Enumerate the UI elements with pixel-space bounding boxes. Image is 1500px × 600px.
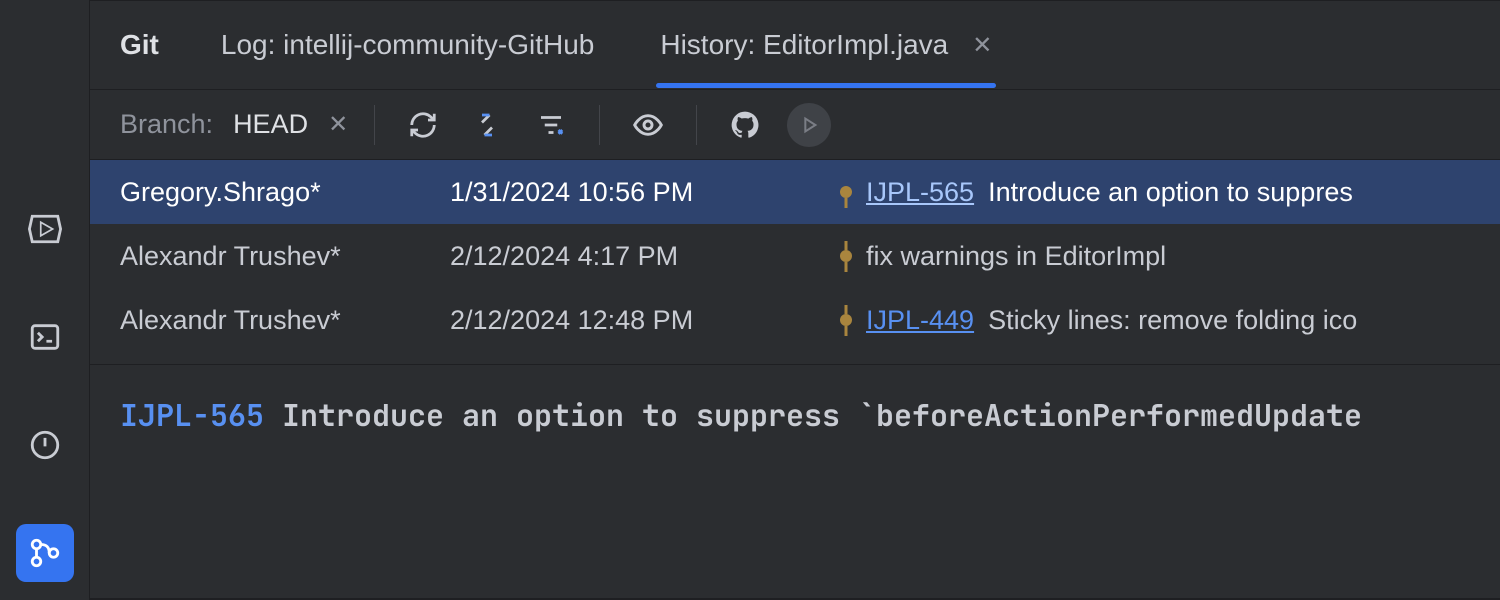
commit-author: Gregory.Shrago* xyxy=(120,177,450,208)
detail-message: Introduce an option to suppress `beforeA… xyxy=(282,395,1362,435)
commit-detail-panel: IJPL-565 Introduce an option to suppress… xyxy=(90,364,1500,600)
open-on-github-button[interactable] xyxy=(723,103,767,147)
commit-message: IJPL-565 Introduce an option to suppres xyxy=(840,177,1353,208)
branch-name[interactable]: HEAD xyxy=(233,109,308,140)
play-disabled-button xyxy=(787,103,831,147)
commit-message-text: Introduce an option to suppres xyxy=(988,177,1353,208)
tab-history-label: History: EditorImpl.java xyxy=(660,29,948,61)
commit-row[interactable]: Alexandr Trushev*2/12/2024 12:48 PMIJPL-… xyxy=(90,288,1500,352)
separator xyxy=(696,105,697,145)
commit-row[interactable]: Gregory.Shrago*1/31/2024 10:56 PMIJPL-56… xyxy=(90,160,1500,224)
left-tool-rail xyxy=(0,0,90,600)
commit-message-text: Sticky lines: remove folding ico xyxy=(988,305,1357,336)
separator xyxy=(599,105,600,145)
detail-ticket-link[interactable]: IJPL-565 xyxy=(120,395,264,435)
commit-date: 1/31/2024 10:56 PM xyxy=(450,177,840,208)
tool-window-tabs: Git Log: intellij-community-GitHub Histo… xyxy=(90,0,1500,90)
terminal-tool-window-icon[interactable] xyxy=(16,308,74,366)
git-tool-window: Git Log: intellij-community-GitHub Histo… xyxy=(90,0,1500,600)
git-tool-window-icon[interactable] xyxy=(16,524,74,582)
branch-label: Branch: xyxy=(120,109,213,140)
separator xyxy=(374,105,375,145)
tool-window-title: Git xyxy=(120,29,159,61)
run-tool-window-icon[interactable] xyxy=(16,200,74,258)
tab-history[interactable]: History: EditorImpl.java ✕ xyxy=(656,3,996,87)
commit-message: IJPL-449 Sticky lines: remove folding ic… xyxy=(840,305,1357,336)
commit-list: Gregory.Shrago*1/31/2024 10:56 PMIJPL-56… xyxy=(90,160,1500,364)
refresh-button[interactable] xyxy=(401,103,445,147)
commit-message: fix warnings in EditorImpl xyxy=(840,241,1166,272)
commit-date: 2/12/2024 12:48 PM xyxy=(450,305,840,336)
history-toolbar: Branch: HEAD ✕ xyxy=(90,90,1500,160)
commit-row[interactable]: Alexandr Trushev*2/12/2024 4:17 PM fix w… xyxy=(90,224,1500,288)
filter-button[interactable] xyxy=(529,103,573,147)
commit-row[interactable]: Alexandr Trushev*2/8/2024 8:17 PMIJPL-44… xyxy=(90,352,1500,364)
tab-log-label: Log: intellij-community-GitHub xyxy=(221,29,594,61)
tab-log[interactable]: Log: intellij-community-GitHub xyxy=(217,3,598,87)
problems-tool-window-icon[interactable] xyxy=(16,416,74,474)
close-tab-icon[interactable]: ✕ xyxy=(972,31,992,60)
commit-graph-dot xyxy=(840,186,852,198)
ticket-link[interactable]: IJPL-565 xyxy=(866,177,974,208)
commit-graph-dot xyxy=(840,314,852,326)
show-details-button[interactable] xyxy=(626,103,670,147)
commit-author: Alexandr Trushev* xyxy=(120,241,450,272)
clear-branch-icon[interactable]: ✕ xyxy=(328,110,348,139)
ticket-link[interactable]: IJPL-449 xyxy=(866,305,974,336)
commit-author: Alexandr Trushev* xyxy=(120,305,450,336)
commit-message-text: fix warnings in EditorImpl xyxy=(866,241,1166,272)
compare-button[interactable] xyxy=(465,103,509,147)
commit-date: 2/12/2024 4:17 PM xyxy=(450,241,840,272)
commit-graph-dot xyxy=(840,250,852,262)
